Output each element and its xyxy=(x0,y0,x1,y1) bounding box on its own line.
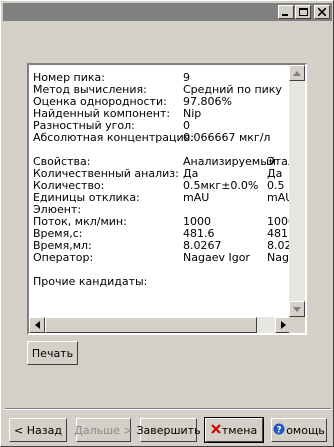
property-value-analyte: Nagaev Igor xyxy=(183,251,250,264)
finish-button-label: Завершить xyxy=(136,423,201,437)
print-button-label: Печать xyxy=(31,346,74,360)
help-question-icon: ? xyxy=(273,423,285,438)
minimize-icon[interactable] xyxy=(278,5,294,19)
horizontal-scroll-thumb[interactable] xyxy=(45,317,257,333)
cancel-button[interactable]: тмена xyxy=(204,417,264,443)
scroll-up-icon[interactable] xyxy=(289,65,305,81)
property-value-analyte: mAU xyxy=(183,191,210,204)
title-bar[interactable] xyxy=(3,3,332,21)
row-value: 0.066667 мкг/л xyxy=(183,131,271,144)
close-icon[interactable] xyxy=(314,5,330,19)
separator-line xyxy=(5,408,331,410)
peak-info-panel[interactable]: Номер пика: 9 Метод вычисления: Средний по … xyxy=(27,63,307,335)
vertical-scrollbar[interactable] xyxy=(289,65,305,317)
help-button-label: омощь xyxy=(286,423,325,437)
print-button[interactable]: Печать xyxy=(27,341,78,365)
maximize-icon[interactable] xyxy=(295,5,311,19)
finish-button[interactable]: Завершить xyxy=(136,418,201,442)
other-candidates-text: Прочие кандидаты: xyxy=(33,275,148,288)
next-button-label: Дальше > xyxy=(74,423,133,437)
scroll-corner xyxy=(289,317,305,333)
back-button[interactable]: < Назад xyxy=(9,418,67,442)
horizontal-scrollbar[interactable] xyxy=(29,317,291,333)
help-button[interactable]: ? омощь xyxy=(271,418,327,442)
scroll-left-icon[interactable] xyxy=(29,317,45,333)
red-x-icon xyxy=(211,423,221,437)
next-button[interactable]: Дальше > xyxy=(74,418,133,442)
cancel-button-label: тмена xyxy=(221,423,258,437)
peak-info-content: Номер пика: 9 Метод вычисления: Средний по … xyxy=(29,65,291,317)
svg-text:?: ? xyxy=(277,425,282,435)
dialog-window: Номер пика: 9 Метод вычисления: Средний по … xyxy=(0,0,334,447)
property-value-standard: mAU xyxy=(267,191,291,204)
back-button-label: < Назад xyxy=(14,423,62,437)
scroll-down-icon[interactable] xyxy=(289,301,305,317)
property-label: Оператор: xyxy=(33,251,94,264)
property-value-standard: Naga xyxy=(267,251,291,264)
row-label: Абсолютная концентрация: xyxy=(33,131,194,144)
